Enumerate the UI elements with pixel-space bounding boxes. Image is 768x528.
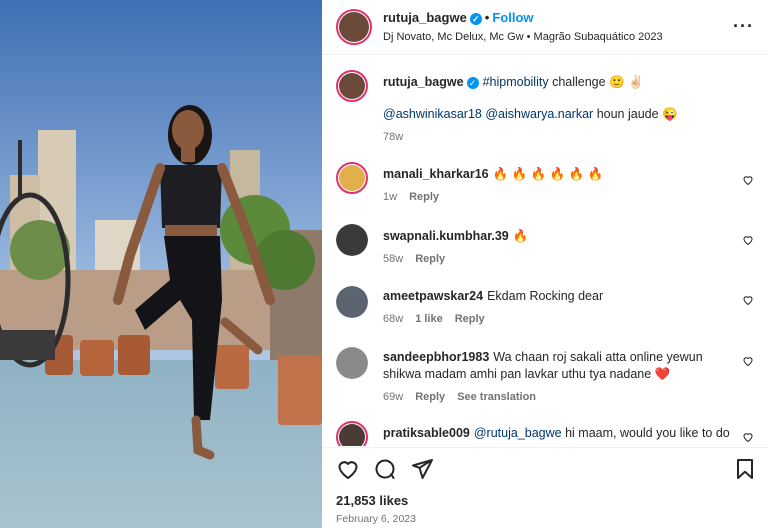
author-username[interactable]: rutuja_bagwe (383, 10, 467, 25)
commenter-avatar[interactable] (336, 421, 368, 446)
comment-username[interactable]: swapnali.kumbhar.39 (383, 229, 509, 243)
likes-count[interactable]: 21,853 likes (336, 493, 408, 508)
caption-username[interactable]: rutuja_bagwe (383, 75, 464, 89)
comment-text: 🔥 (512, 229, 529, 243)
verified-badge-icon: ✓ (466, 76, 479, 89)
mention-link[interactable]: @aishwarya.narkar (485, 107, 593, 121)
mention-text: houn jaude 😜 (593, 107, 678, 121)
comment-meta: 69w Reply See translation (383, 389, 728, 406)
post-photo (0, 0, 322, 528)
reply-button[interactable]: Reply (415, 253, 445, 265)
comment-time: 58w (383, 253, 404, 265)
comment-username[interactable]: ameetpawskar24 (383, 289, 483, 303)
comment-body: pratiksable009 @rutuja_bagwe hi maam, wou… (383, 425, 730, 442)
commenter-avatar[interactable] (336, 347, 368, 379)
comment-text: hi maam, would you like to do (561, 426, 730, 440)
post-actions: 21,853 likes February 6, 2023 (322, 447, 768, 528)
heart-icon[interactable] (336, 457, 360, 481)
verified-badge-icon: ✓ (469, 12, 482, 25)
comment-likes[interactable]: 1 like (415, 313, 443, 325)
comment-text: Ekdam Rocking dear (487, 289, 604, 303)
comment-time: 1w (383, 191, 398, 203)
like-comment-heart-icon[interactable] (742, 294, 754, 306)
comment-meta: 58w Reply (383, 251, 728, 268)
reply-button[interactable]: Reply (409, 191, 439, 203)
post-header: rutuja_bagwe ✓ • Follow Dj Novato, Mc Delux… (322, 0, 768, 55)
caption-mentions: @ashwinikasar18 @aishwarya.narkar houn j… (383, 106, 728, 123)
comments-list[interactable]: rutuja_bagwe ✓ #hipmobility challenge 🙂 ✌🏻… (322, 56, 768, 446)
follow-button[interactable]: Follow (492, 10, 533, 25)
comment-body: sandeepbhor1983 Wa chaan roj sakali atta … (383, 349, 728, 406)
comment-body: swapnali.kumbhar.39 🔥 58w Reply (383, 228, 728, 268)
like-comment-heart-icon[interactable] (742, 355, 754, 367)
comment-time: 68w (383, 313, 404, 325)
comment-bubble-icon[interactable] (373, 457, 397, 481)
caption-body: rutuja_bagwe ✓ #hipmobility challenge 🙂 ✌🏻… (383, 74, 728, 146)
author-line: rutuja_bagwe ✓ • Follow (383, 10, 534, 25)
comment-meta: 1w Reply (383, 189, 728, 206)
comment-body: manali_kharkar16 🔥 🔥 🔥 🔥 🔥 🔥 1w Reply (383, 166, 728, 206)
reply-button[interactable]: Reply (415, 391, 445, 403)
bookmark-icon[interactable] (733, 457, 757, 481)
comment-time: 69w (383, 391, 404, 403)
post-date: February 6, 2023 (336, 513, 416, 525)
comment-username[interactable]: pratiksable009 (383, 426, 470, 440)
paper-plane-icon[interactable] (410, 457, 434, 481)
mention-link[interactable]: @ashwinikasar18 (383, 107, 482, 121)
post-media[interactable] (0, 0, 322, 528)
caption-text: challenge 🙂 ✌🏻 (548, 75, 644, 89)
comment-body: ameetpawskar24 Ekdam Rocking dear 68w 1 li… (383, 288, 728, 328)
like-comment-heart-icon[interactable] (742, 174, 754, 186)
comment-meta: 68w 1 like Reply (383, 311, 728, 328)
separator-dot: • (484, 10, 490, 25)
comment-username[interactable]: sandeepbhor1983 (383, 350, 489, 364)
reply-button[interactable]: Reply (455, 313, 485, 325)
see-translation-link[interactable]: See translation (457, 391, 536, 403)
comment-username[interactable]: manali_kharkar16 (383, 167, 489, 181)
caption-avatar[interactable] (336, 70, 368, 102)
caption-meta: 78w (383, 129, 728, 146)
like-comment-heart-icon[interactable] (742, 431, 754, 443)
more-options-icon[interactable]: ··· (733, 16, 754, 37)
caption-time: 78w (383, 131, 404, 143)
mention-link[interactable]: @rutuja_bagwe (474, 426, 562, 440)
like-comment-heart-icon[interactable] (742, 234, 754, 246)
commenter-avatar[interactable] (336, 224, 368, 256)
post-panel: rutuja_bagwe ✓ • Follow Dj Novato, Mc Delux… (322, 0, 768, 528)
caption-hashtag[interactable]: #hipmobility (483, 75, 549, 89)
author-avatar[interactable] (336, 9, 372, 45)
commenter-avatar[interactable] (336, 162, 368, 194)
commenter-avatar[interactable] (336, 286, 368, 318)
comment-text: 🔥 🔥 🔥 🔥 🔥 🔥 (492, 167, 604, 181)
audio-info[interactable]: Dj Novato, Mc Delux, Mc Gw • Magrão Suba… (383, 31, 663, 43)
